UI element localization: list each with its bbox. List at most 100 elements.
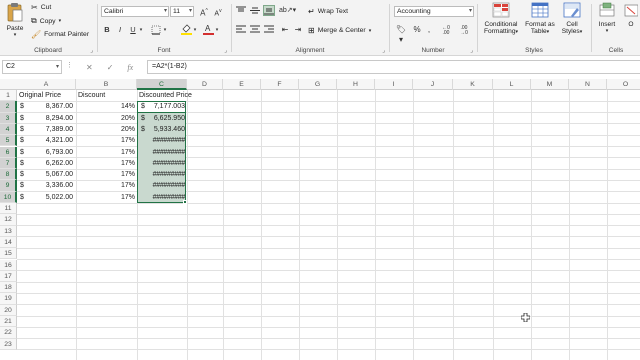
- decrease-indent-icon[interactable]: ⇤: [279, 25, 291, 35]
- row-header-19[interactable]: 19: [0, 293, 17, 305]
- row-header-11[interactable]: 11: [0, 203, 17, 215]
- align-right-icon[interactable]: [263, 25, 275, 37]
- column-header-a[interactable]: A: [17, 79, 76, 90]
- conditional-formatting-button[interactable]: Conditional Formatting▾: [481, 2, 521, 37]
- fill-handle[interactable]: [183, 200, 187, 204]
- row-header-6[interactable]: 6: [0, 146, 17, 158]
- dialog-launcher-icon[interactable]: ⌟: [224, 47, 227, 54]
- italic-icon[interactable]: I: [115, 25, 125, 35]
- column-header-c[interactable]: C: [137, 79, 187, 90]
- cell-a10[interactable]: 5,022.00: [30, 192, 73, 203]
- column-header-b[interactable]: B: [76, 79, 137, 90]
- chevron-down-icon[interactable]: ▾: [162, 25, 168, 35]
- cell-a3-currency[interactable]: $: [20, 113, 30, 124]
- chevron-down-icon[interactable]: ▾: [138, 25, 144, 35]
- row-header-5[interactable]: 5: [0, 135, 17, 147]
- increase-decimal-icon[interactable]: ←0.00: [438, 26, 454, 36]
- cell-a6[interactable]: 6,793.00: [30, 147, 73, 158]
- decrease-decimal-icon[interactable]: .00 →0: [456, 26, 472, 36]
- insert-function-icon[interactable]: fx: [127, 63, 133, 72]
- cell-b2[interactable]: 14%: [78, 101, 135, 112]
- cell-a2-currency[interactable]: $: [20, 101, 30, 112]
- column-header-e[interactable]: E: [223, 79, 261, 90]
- row-header-18[interactable]: 18: [0, 282, 17, 294]
- insert-button[interactable]: Insert ▾: [594, 2, 620, 36]
- copy-button[interactable]: ⧉ Copy ▾: [31, 16, 61, 26]
- increase-indent-icon[interactable]: ⇥: [292, 25, 304, 35]
- column-header-h[interactable]: H: [337, 79, 375, 90]
- name-box[interactable]: C2 ▾: [2, 60, 62, 74]
- formula-bar-grip-icon[interactable]: ⋮: [66, 61, 73, 69]
- cell-b6[interactable]: 17%: [78, 147, 135, 158]
- row-header-8[interactable]: 8: [0, 169, 17, 181]
- cell-c8[interactable]: #########: [139, 169, 185, 180]
- cell-b9[interactable]: 17%: [78, 180, 135, 191]
- row-header-13[interactable]: 13: [0, 225, 17, 237]
- format-painter-button[interactable]: 🖌 Format Painter: [31, 30, 89, 39]
- row-header-1[interactable]: 1: [0, 90, 17, 102]
- row-header-12[interactable]: 12: [0, 214, 17, 226]
- cut-button[interactable]: ✂ Cut: [31, 3, 51, 12]
- cell-c2[interactable]: 7,177.003: [147, 101, 185, 112]
- borders-icon[interactable]: [150, 25, 162, 38]
- column-header-l[interactable]: L: [493, 79, 531, 90]
- cell-c6[interactable]: #########: [139, 147, 185, 158]
- formula-input[interactable]: =A2*(1-B2): [147, 60, 640, 74]
- row-header-3[interactable]: 3: [0, 112, 17, 124]
- percent-style-icon[interactable]: %: [412, 25, 422, 35]
- orientation-icon[interactable]: ab↗▾: [279, 6, 296, 16]
- row-header-16[interactable]: 16: [0, 259, 17, 271]
- row-header-20[interactable]: 20: [0, 304, 17, 316]
- cell-c1[interactable]: Discounted Price: [139, 90, 209, 101]
- cancel-icon[interactable]: ✕: [86, 63, 93, 72]
- align-bottom-icon[interactable]: [263, 5, 275, 16]
- column-header-f[interactable]: F: [261, 79, 299, 90]
- cell-a7[interactable]: 6,262.00: [30, 158, 73, 169]
- row-header-22[interactable]: 22: [0, 327, 17, 339]
- column-header-m[interactable]: M: [531, 79, 569, 90]
- cell-a3[interactable]: 8,294.00: [30, 113, 73, 124]
- row-header-9[interactable]: 9: [0, 180, 17, 192]
- font-size-dropdown[interactable]: 11 ▾: [170, 6, 194, 17]
- dialog-launcher-icon[interactable]: ⌟: [470, 47, 473, 54]
- cell-b3[interactable]: 20%: [78, 113, 135, 124]
- cell-c4[interactable]: 5,933.460: [147, 124, 185, 135]
- chevron-down-icon[interactable]: ▾: [192, 25, 198, 35]
- align-top-icon[interactable]: [235, 6, 247, 18]
- accounting-format-icon[interactable]: 🏷▾: [394, 25, 408, 45]
- comma-style-icon[interactable]: ,: [424, 25, 434, 35]
- column-header-j[interactable]: J: [413, 79, 453, 90]
- cell-b8[interactable]: 17%: [78, 169, 135, 180]
- cell-a4-currency[interactable]: $: [20, 124, 30, 135]
- fill-color-icon[interactable]: [180, 23, 192, 38]
- column-header-d[interactable]: D: [187, 79, 223, 90]
- cell-a6-currency[interactable]: $: [20, 147, 30, 158]
- row-header-4[interactable]: 4: [0, 123, 17, 136]
- column-header-o[interactable]: O: [607, 79, 640, 90]
- merge-center-button[interactable]: ⊞ Merge & Center ▾: [308, 26, 371, 35]
- cell-a8[interactable]: 5,067.00: [30, 169, 73, 180]
- row-header-21[interactable]: 21: [0, 316, 17, 328]
- align-middle-icon[interactable]: [249, 6, 261, 18]
- cell-b5[interactable]: 17%: [78, 135, 135, 146]
- cell-a8-currency[interactable]: $: [20, 169, 30, 180]
- dialog-launcher-icon[interactable]: ⌟: [382, 47, 385, 54]
- cell-c10[interactable]: #########: [139, 192, 185, 203]
- cell-b10[interactable]: 17%: [78, 192, 135, 203]
- decrease-font-size-icon[interactable]: Av: [212, 6, 224, 19]
- column-header-k[interactable]: K: [453, 79, 493, 90]
- cell-a10-currency[interactable]: $: [20, 192, 30, 203]
- cell-a9[interactable]: 3,336.00: [30, 180, 73, 191]
- align-center-icon[interactable]: [249, 25, 261, 37]
- cell-b7[interactable]: 17%: [78, 158, 135, 169]
- confirm-icon[interactable]: ✓: [107, 63, 114, 72]
- number-format-dropdown[interactable]: Accounting ▾: [394, 6, 474, 17]
- row-header-10[interactable]: 10: [0, 191, 17, 203]
- cell-styles-button[interactable]: Cell Styles▾: [559, 2, 585, 37]
- delete-button[interactable]: O: [622, 2, 640, 28]
- font-name-dropdown[interactable]: Calibri ▾: [101, 6, 169, 17]
- underline-icon[interactable]: U: [128, 25, 138, 35]
- cell-c3[interactable]: 6,625.950: [147, 113, 185, 124]
- cell-a7-currency[interactable]: $: [20, 158, 30, 169]
- dialog-launcher-icon[interactable]: ⌟: [90, 47, 93, 54]
